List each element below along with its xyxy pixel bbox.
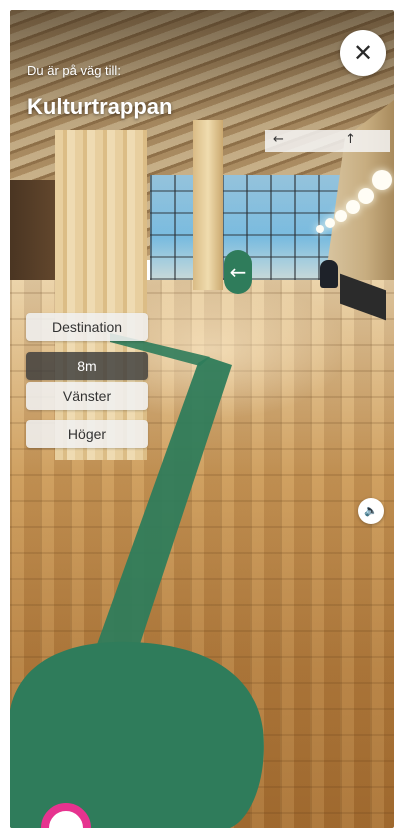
arrow-left-icon: ←	[229, 260, 247, 284]
ar-path	[10, 333, 264, 828]
camera-view: ← ↑	[10, 10, 394, 828]
right-direction-button[interactable]: Höger	[26, 420, 148, 448]
destination-title: Kulturtrappan	[27, 94, 173, 119]
ar-navigation-screen: ← ↑ Du är på väg till: Kulturtrappan ✕ ←…	[10, 10, 394, 828]
turn-left-arrow-marker: ←	[224, 250, 252, 294]
speaker-icon: 🔈	[364, 504, 378, 517]
sound-toggle-button[interactable]: 🔈	[358, 498, 384, 524]
ar-path-blob	[10, 641, 264, 828]
close-icon: ✕	[352, 39, 374, 67]
left-direction-button[interactable]: Vänster	[26, 382, 148, 410]
close-button[interactable]: ✕	[340, 30, 386, 76]
navigation-subtitle: Du är på väg till:	[27, 63, 121, 78]
distance-badge: 8m	[26, 352, 148, 380]
destination-label: Destination	[26, 313, 148, 341]
